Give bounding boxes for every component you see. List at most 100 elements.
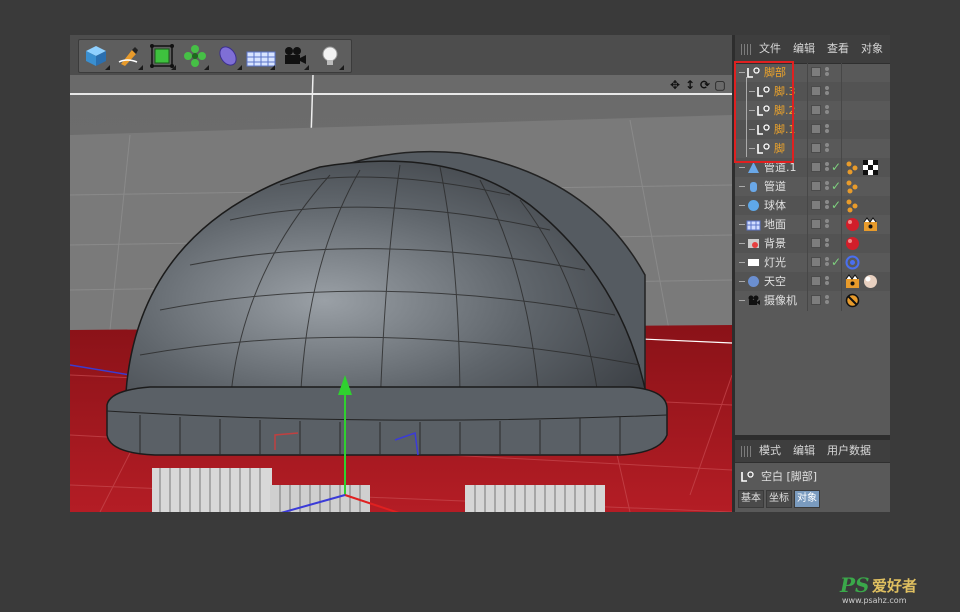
menu-mode[interactable]: 模式 (759, 440, 781, 462)
protection-tag-icon[interactable] (845, 293, 860, 308)
menu-object[interactable]: 对象 (861, 35, 883, 63)
menu-edit[interactable]: 编辑 (793, 440, 815, 462)
layer-swatch[interactable] (811, 238, 821, 248)
red-material-tag-icon[interactable] (845, 236, 860, 251)
layer-swatch[interactable] (811, 295, 821, 305)
object-manager-menubar: 文件 编辑 查看 对象 (735, 35, 890, 64)
visibility-dots[interactable] (824, 294, 830, 307)
subdivision-cube-icon[interactable] (147, 41, 177, 71)
layer-swatch[interactable] (811, 105, 821, 115)
object-row-12[interactable]: 摄像机 (735, 291, 890, 310)
visibility-dots[interactable] (824, 85, 830, 98)
enabled-check-icon[interactable]: ✓ (831, 177, 841, 196)
sky-icon (746, 274, 761, 289)
object-row-10[interactable]: 灯光 ✓ (735, 253, 890, 272)
visibility-dots[interactable] (824, 237, 830, 250)
layer-swatch[interactable] (811, 124, 821, 134)
object-row-11[interactable]: 天空 (735, 272, 890, 291)
menu-edit[interactable]: 编辑 (793, 35, 815, 63)
visibility-dots[interactable] (824, 180, 830, 193)
visibility-dots[interactable] (824, 66, 830, 79)
deformer-bend-icon[interactable] (213, 41, 243, 71)
object-row-9[interactable]: 背景 (735, 234, 890, 253)
compositing-tag-icon[interactable] (845, 274, 860, 289)
object-label[interactable]: 天空 (764, 272, 786, 291)
layer-swatch[interactable] (811, 257, 821, 267)
watermark-logo: PS 爱好者 www.psahz.com (838, 570, 948, 606)
layer-swatch[interactable] (811, 162, 821, 172)
camera-icon[interactable] (280, 41, 310, 71)
object-label[interactable]: 球体 (764, 196, 786, 215)
texture-dots-tag-icon[interactable] (845, 160, 860, 175)
cloner-array-icon[interactable] (180, 41, 210, 71)
cube-icon[interactable] (81, 41, 111, 71)
object-row-6[interactable]: 管道 ✓ (735, 177, 890, 196)
layer-swatch[interactable] (811, 200, 821, 210)
visibility-dots[interactable] (824, 199, 830, 212)
object-label[interactable]: 管道 (764, 177, 786, 196)
enabled-check-icon[interactable]: ✓ (831, 196, 841, 215)
attribute-manager: 模式 编辑 用户数据 空白 [脚部] 基本 坐标 对象 (735, 440, 890, 512)
texture-dots-tag-icon[interactable] (845, 198, 860, 213)
panel-grip-icon[interactable] (741, 446, 752, 457)
layer-swatch[interactable] (811, 276, 821, 286)
svg-text:PS: PS (839, 573, 869, 597)
texture-dots-tag-icon[interactable] (845, 179, 860, 194)
red-material-tag-icon[interactable] (845, 217, 860, 232)
light-icon (746, 255, 761, 270)
object-row-7[interactable]: 球体 ✓ (735, 196, 890, 215)
layer-swatch[interactable] (811, 219, 821, 229)
light-bulb-icon[interactable] (315, 41, 345, 71)
tree-connector (739, 281, 745, 282)
cinema4d-window: ✥ ↕ ⟳ ▢ 文件 编辑 查看 对象 脚部 脚.3 脚.2 脚.1 脚管道.1 ✓ 管道 ✓… (70, 35, 890, 512)
tube-icon (746, 179, 761, 194)
tab-basic[interactable]: 基本 (738, 490, 764, 508)
visibility-dots[interactable] (824, 161, 830, 174)
null-icon (741, 468, 754, 482)
maximize-view-icon[interactable]: ▢ (714, 79, 726, 91)
menu-view[interactable]: 查看 (827, 35, 849, 63)
3d-viewport[interactable]: ✥ ↕ ⟳ ▢ (70, 75, 732, 512)
visibility-dots[interactable] (824, 142, 830, 155)
menu-user-data[interactable]: 用户数据 (827, 440, 871, 462)
pen-spline-icon[interactable] (114, 41, 144, 71)
checker-tag-icon[interactable] (863, 160, 878, 175)
move-view-icon[interactable]: ✥ (669, 79, 681, 91)
layer-swatch[interactable] (811, 181, 821, 191)
menu-file[interactable]: 文件 (759, 35, 781, 63)
floor-icon (746, 217, 761, 232)
target-tag-icon[interactable] (845, 255, 860, 270)
visibility-dots[interactable] (824, 218, 830, 231)
dolly-view-icon[interactable]: ↕ (684, 79, 696, 91)
visibility-dots[interactable] (824, 275, 830, 288)
viewport-nav: ✥ ↕ ⟳ ▢ (669, 79, 726, 91)
object-label[interactable]: 背景 (764, 234, 786, 253)
tool-group (78, 39, 352, 73)
layer-swatch[interactable] (811, 143, 821, 153)
enabled-check-icon[interactable]: ✓ (831, 158, 841, 177)
floor-grid-icon[interactable] (246, 41, 276, 71)
visibility-dots[interactable] (824, 123, 830, 136)
tree-connector (739, 205, 745, 206)
tab-object[interactable]: 对象 (794, 490, 820, 508)
main-toolbar (70, 35, 732, 76)
tree-connector (739, 300, 745, 301)
tree-connector (739, 262, 745, 263)
tab-coord[interactable]: 坐标 (766, 490, 792, 508)
object-row-8[interactable]: 地面 (735, 215, 890, 234)
object-label[interactable]: 地面 (764, 215, 786, 234)
layer-swatch[interactable] (811, 86, 821, 96)
svg-text:www.psahz.com: www.psahz.com (842, 596, 907, 605)
panel-grip-icon[interactable] (741, 44, 752, 55)
rotate-view-icon[interactable]: ⟳ (699, 79, 711, 91)
compositing-tag-icon[interactable] (863, 217, 878, 232)
object-label[interactable]: 灯光 (764, 253, 786, 272)
hdri-material-tag-icon[interactable] (863, 274, 878, 289)
tree-connector (739, 167, 745, 168)
visibility-dots[interactable] (824, 256, 830, 269)
object-label[interactable]: 摄像机 (764, 291, 797, 310)
visibility-dots[interactable] (824, 104, 830, 117)
tree-connector (739, 224, 745, 225)
enabled-check-icon[interactable]: ✓ (831, 253, 841, 272)
layer-swatch[interactable] (811, 67, 821, 77)
